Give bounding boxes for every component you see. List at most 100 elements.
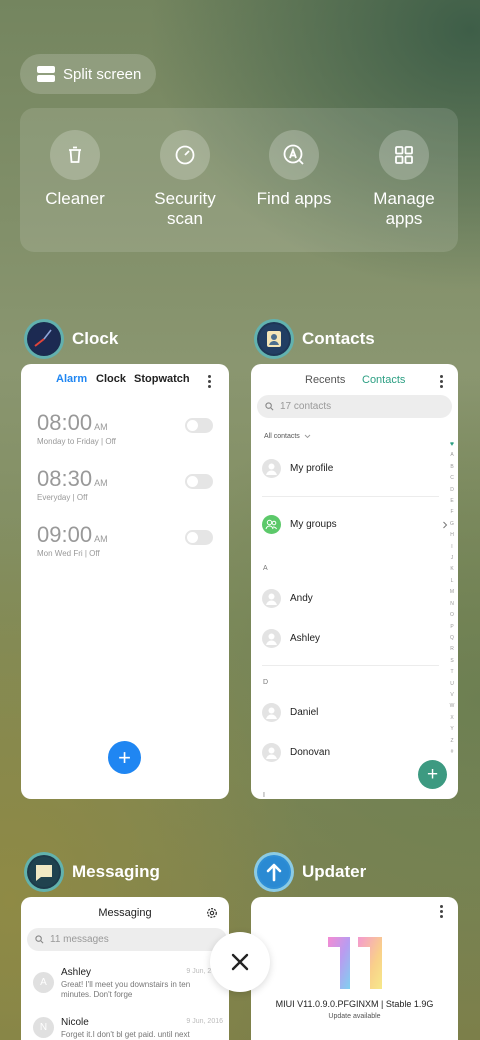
- section-letter: I: [263, 792, 265, 799]
- person-icon: [262, 589, 281, 608]
- tab-contacts[interactable]: Contacts: [362, 374, 405, 386]
- messaging-card[interactable]: Messaging 11 messages A Ashley 9 Jun, 20…: [21, 897, 229, 1040]
- tab-stopwatch[interactable]: Stopwatch: [134, 373, 190, 385]
- manage-apps-button[interactable]: Manage apps: [354, 130, 454, 229]
- tab-alarm[interactable]: Alarm: [56, 373, 87, 385]
- add-alarm-button[interactable]: +: [108, 741, 141, 774]
- index-letter[interactable]: #: [449, 747, 455, 758]
- person-icon: [262, 743, 281, 762]
- cleaner-button[interactable]: Cleaner: [25, 130, 125, 209]
- alarm-status: Off: [105, 437, 116, 446]
- index-letter[interactable]: Q: [449, 633, 455, 644]
- updater-app-icon: [254, 852, 294, 892]
- index-letter[interactable]: H: [449, 530, 455, 541]
- index-letter[interactable]: A: [449, 450, 455, 461]
- contact-row[interactable]: Ashley: [262, 629, 320, 648]
- split-screen-icon: [37, 66, 55, 82]
- alarm-toggle[interactable]: [185, 530, 213, 545]
- alphabet-index[interactable]: ♥ A B C D E F G H I J K L M N O P Q R S T U V W X Y Z #: [449, 439, 455, 758]
- index-letter[interactable]: M: [449, 587, 455, 598]
- alarm-ampm: AM: [94, 478, 108, 488]
- alarm-time: 09:00: [37, 522, 93, 547]
- contact-name: Daniel: [290, 707, 319, 718]
- index-letter[interactable]: R: [449, 644, 455, 655]
- alarm-toggle[interactable]: [185, 474, 213, 489]
- index-letter[interactable]: L: [449, 576, 455, 587]
- contacts-filter-dropdown[interactable]: All contacts: [264, 433, 311, 440]
- add-contact-button[interactable]: +: [418, 760, 447, 789]
- index-letter[interactable]: K: [449, 564, 455, 575]
- message-sender: Nicole: [61, 1017, 89, 1028]
- tab-clock[interactable]: Clock: [96, 373, 126, 385]
- index-letter[interactable]: V: [449, 690, 455, 701]
- alarm-toggle[interactable]: [185, 418, 213, 433]
- clock-app-header[interactable]: Clock: [24, 319, 118, 359]
- index-letter[interactable]: C: [449, 473, 455, 484]
- my-groups-row[interactable]: My groups: [262, 515, 448, 534]
- contact-name: Andy: [290, 593, 313, 604]
- updater-app-header[interactable]: Updater: [254, 852, 366, 892]
- contact-row[interactable]: Donovan: [262, 743, 330, 762]
- contacts-app-header[interactable]: Contacts: [254, 319, 375, 359]
- updater-more-icon[interactable]: [440, 905, 443, 920]
- index-letter[interactable]: X: [449, 713, 455, 724]
- index-letter[interactable]: D: [449, 485, 455, 496]
- person-icon: [262, 629, 281, 648]
- divider: [262, 665, 439, 666]
- contacts-search-input[interactable]: 17 contacts: [257, 395, 452, 418]
- index-letter[interactable]: E: [449, 496, 455, 507]
- clock-more-icon[interactable]: [208, 375, 211, 390]
- index-letter[interactable]: T: [449, 667, 455, 678]
- message-date: 9 Jun, 2016: [186, 1018, 223, 1025]
- avatar: N: [33, 1017, 54, 1038]
- my-groups-label: My groups: [290, 519, 337, 530]
- index-letter[interactable]: F: [449, 507, 455, 518]
- index-letter[interactable]: B: [449, 462, 455, 473]
- search-icon: [35, 935, 44, 944]
- index-letter[interactable]: I: [449, 542, 455, 553]
- alarm-time: 08:30: [37, 466, 93, 491]
- chevron-right-icon: [443, 521, 448, 528]
- section-letter: A: [263, 565, 268, 572]
- index-letter[interactable]: ♥: [449, 439, 455, 450]
- contact-row[interactable]: Andy: [262, 589, 313, 608]
- index-letter[interactable]: W: [449, 701, 455, 712]
- updater-card[interactable]: MIUI V11.0.9.0.PFGINXM | Stable 1.9G Upd…: [251, 897, 458, 1040]
- index-letter[interactable]: Z: [449, 736, 455, 747]
- index-letter[interactable]: S: [449, 656, 455, 667]
- alarm-item[interactable]: 08:00 AM Monday to Friday | Off: [37, 410, 213, 446]
- alarm-item[interactable]: 09:00 AM Mon Wed Fri | Off: [37, 522, 213, 558]
- tab-recents[interactable]: Recents: [305, 374, 345, 386]
- contacts-card[interactable]: Recents Contacts 17 contacts All contact…: [251, 364, 458, 799]
- messaging-search-placeholder: 11 messages: [50, 934, 109, 945]
- my-profile-label: My profile: [290, 463, 334, 474]
- index-letter[interactable]: Y: [449, 724, 455, 735]
- section-letter: D: [263, 679, 269, 686]
- person-icon: [262, 459, 281, 478]
- clear-all-button[interactable]: [210, 932, 270, 992]
- find-apps-button[interactable]: Find apps: [244, 130, 344, 209]
- groups-icon: [262, 515, 281, 534]
- messaging-app-header[interactable]: Messaging: [24, 852, 160, 892]
- alarm-days: Mon Wed Fri: [37, 549, 83, 558]
- index-letter[interactable]: U: [449, 679, 455, 690]
- security-scan-button[interactable]: Security scan: [135, 130, 235, 229]
- gear-icon[interactable]: [206, 907, 218, 919]
- updater-app-title: Updater: [302, 862, 367, 881]
- alarm-time: 08:00: [37, 410, 93, 435]
- contacts-more-icon[interactable]: [440, 375, 443, 390]
- alarm-item[interactable]: 08:30 AM Everyday | Off: [37, 466, 213, 502]
- contacts-filter-label: All contacts: [264, 433, 300, 440]
- contact-row[interactable]: Daniel: [262, 703, 318, 722]
- clock-card[interactable]: Alarm Clock Stopwatch 08:00 AM Monday to …: [21, 364, 229, 799]
- index-letter[interactable]: P: [449, 622, 455, 633]
- messaging-search-input[interactable]: 11 messages: [27, 928, 227, 951]
- split-screen-button[interactable]: Split screen: [20, 54, 156, 94]
- messaging-header-title: Messaging: [98, 907, 152, 919]
- index-letter[interactable]: N: [449, 599, 455, 610]
- my-profile-row[interactable]: My profile: [262, 459, 333, 478]
- index-letter[interactable]: J: [449, 553, 455, 564]
- index-letter[interactable]: O: [449, 610, 455, 621]
- contact-name: Ashley: [290, 633, 321, 644]
- index-letter[interactable]: G: [449, 519, 455, 530]
